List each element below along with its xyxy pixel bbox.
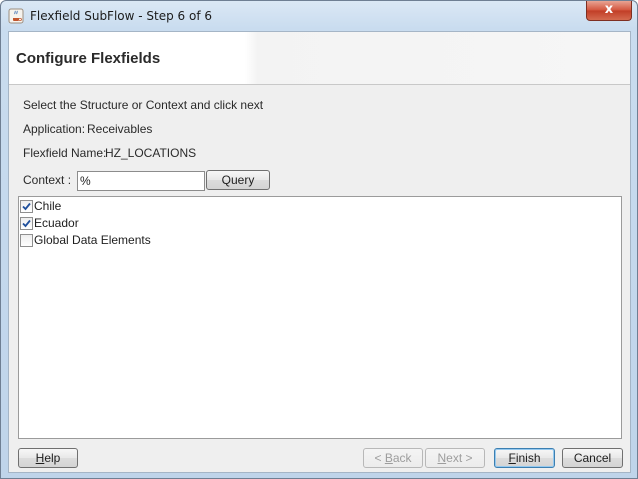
query-button[interactable]: Query: [206, 170, 270, 190]
context-list[interactable]: Chile Ecuador Global Data Elements: [18, 196, 622, 439]
cancel-button[interactable]: Cancel: [562, 448, 623, 468]
next-label-mnemonic: N: [437, 451, 447, 465]
list-item-label: Chile: [34, 199, 62, 213]
cancel-label: Cancel: [573, 451, 612, 465]
finish-label-mnemonic: F: [508, 451, 516, 465]
help-label-suffix: elp: [44, 451, 61, 465]
back-label-mnemonic: B: [384, 451, 393, 465]
java-cup-icon: [8, 8, 24, 24]
list-item-label: Global Data Elements: [34, 233, 151, 247]
context-label: Context :: [23, 173, 72, 187]
title-bar: Flexfield SubFlow - Step 6 of 6 x: [1, 1, 637, 31]
back-button[interactable]: < Back: [363, 448, 423, 468]
query-button-label: Query: [221, 173, 255, 187]
context-input[interactable]: %: [77, 171, 205, 191]
finish-label-suffix: inish: [515, 451, 541, 465]
next-label-suffix: ext >: [446, 451, 473, 465]
help-button[interactable]: Help: [18, 448, 78, 468]
flexfield-name-label: Flexfield Name:: [23, 146, 107, 160]
next-button[interactable]: Next >: [425, 448, 485, 468]
checkbox-global-data-elements[interactable]: [20, 234, 33, 247]
application-value: Receivables: [87, 122, 153, 136]
dialog-client-area: Configure Flexfields Select the Structur…: [8, 31, 631, 473]
back-label-prefix: <: [374, 451, 385, 465]
close-button[interactable]: x: [586, 1, 632, 21]
finish-button[interactable]: Finish: [494, 448, 555, 468]
window-title: Flexfield SubFlow - Step 6 of 6: [30, 9, 213, 23]
list-item-label: Ecuador: [34, 216, 79, 230]
page-title: Configure Flexfields: [16, 50, 161, 67]
back-label-suffix: ack: [392, 451, 412, 465]
checkmark-icon: [22, 219, 31, 228]
close-icon: x: [604, 2, 614, 17]
checkbox-chile[interactable]: [20, 200, 33, 213]
header-banner: Configure Flexfields: [9, 32, 630, 85]
checkbox-ecuador[interactable]: [20, 217, 33, 230]
application-label: Application:: [23, 122, 86, 136]
flexfield-name-value: HZ_LOCATIONS: [105, 146, 197, 160]
dialog-window: Flexfield SubFlow - Step 6 of 6 x Config…: [0, 0, 638, 479]
instruction-text: Select the Structure or Context and clic…: [23, 98, 264, 112]
checkmark-icon: [22, 202, 31, 211]
